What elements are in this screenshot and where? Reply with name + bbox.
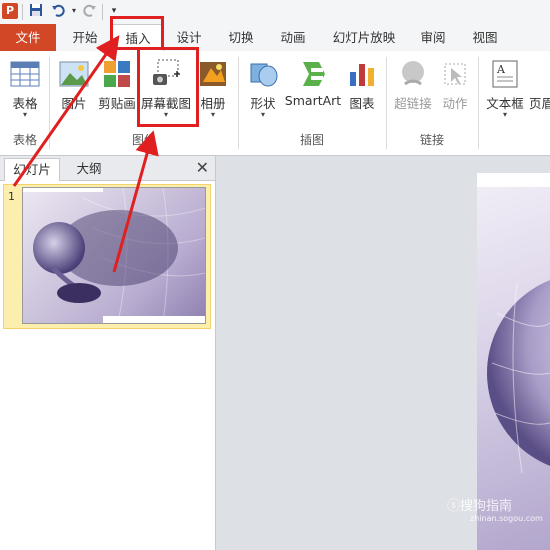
header-label: 页眉 [529, 96, 550, 111]
ribbon-tabs: 文件 开始 插入 设计 切换 动画 幻灯片放映 审阅 视图 [0, 24, 550, 53]
chart-button[interactable]: 图表 [344, 53, 380, 131]
watermark-url: zhinan.sogou.com [470, 514, 543, 523]
pane-tabs: 幻灯片 大纲 ✕ [0, 156, 215, 181]
close-icon[interactable]: ✕ [196, 157, 209, 179]
textbox-button[interactable]: A 文本框 ▾ [482, 53, 528, 131]
chart-icon [350, 64, 374, 86]
shapes-button[interactable]: 形状 ▾ [244, 53, 282, 131]
hyperlink-button: 超链接 [390, 53, 436, 131]
table-icon [10, 61, 40, 87]
group-separator [478, 57, 479, 149]
clipart-label: 剪贴画 [98, 96, 136, 111]
hyperlink-icon [402, 61, 424, 86]
smartart-icon [303, 62, 325, 86]
globe-image [23, 188, 205, 323]
tab-view[interactable]: 视图 [462, 24, 508, 51]
slide-number: 1 [8, 190, 15, 203]
chevron-down-icon: ▾ [260, 110, 265, 119]
tab-file[interactable]: 文件 [0, 24, 56, 51]
globe-image [477, 173, 550, 474]
group-separator [386, 57, 387, 149]
picture-label: 图片 [61, 96, 87, 111]
highlight-box-screenshot [137, 47, 199, 127]
smartart-button[interactable]: SmartArt [284, 53, 342, 131]
group-label-images: 图像 [131, 133, 156, 147]
tab-home[interactable]: 开始 [60, 24, 110, 51]
tab-outline[interactable]: 大纲 [62, 158, 116, 180]
save-icon[interactable] [28, 3, 44, 19]
smartart-label: SmartArt [284, 93, 342, 108]
album-icon [200, 62, 226, 86]
tab-transitions[interactable]: 切换 [218, 24, 264, 51]
tab-review[interactable]: 审阅 [410, 24, 456, 51]
group-separator [238, 57, 239, 149]
hyperlink-label: 超链接 [394, 96, 432, 111]
qat-separator [102, 4, 103, 20]
quick-access-toolbar: P ▾ ▾ [0, 0, 550, 24]
redo-icon [82, 3, 98, 19]
picture-button[interactable]: 图片 [54, 53, 94, 131]
powerpoint-app-icon[interactable]: P [2, 3, 18, 19]
group-label-links: 链接 [419, 133, 444, 147]
textbox-icon: A [492, 60, 518, 88]
action-button: 动作 [438, 53, 472, 131]
table-button[interactable]: 表格 ▾ [4, 53, 46, 131]
watermark-logo: ⓢ搜狗指南 [447, 499, 513, 514]
chart-label: 图表 [349, 96, 375, 111]
tab-animations[interactable]: 动画 [270, 24, 316, 51]
slide-thumbnail-image[interactable] [22, 187, 206, 324]
current-slide[interactable] [477, 173, 550, 550]
group-label-illustrations: 插图 [299, 133, 324, 147]
clipart-icon [104, 61, 130, 87]
clipart-button[interactable]: 剪贴画 [96, 53, 138, 131]
highlight-box-insert-tab [110, 16, 164, 50]
group-separator [49, 57, 50, 149]
svg-text:A: A [496, 63, 506, 76]
header-button[interactable]: 页眉 [528, 53, 550, 131]
picture-icon [59, 61, 89, 87]
chevron-down-icon: ▾ [22, 110, 27, 119]
qat-separator [22, 4, 23, 20]
album-button[interactable]: 相册 ▾ [194, 53, 232, 131]
undo-dropdown-icon[interactable]: ▾ [66, 3, 82, 19]
group-label-tables: 表格 [12, 133, 37, 147]
chevron-down-icon: ▾ [502, 110, 507, 119]
action-label: 动作 [442, 96, 468, 111]
tab-slideshow[interactable]: 幻灯片放映 [326, 24, 402, 51]
chevron-down-icon: ▾ [210, 110, 215, 119]
action-icon [444, 63, 466, 85]
shapes-icon [250, 63, 278, 87]
undo-icon[interactable] [50, 3, 66, 19]
ribbon-insert: 表格 ▾ 表格 图片 剪贴画 屏幕截图 ▾ 相册 ▾ 图像 形状 ▾ Smart… [0, 51, 550, 156]
tab-slides[interactable]: 幻灯片 [4, 158, 60, 181]
